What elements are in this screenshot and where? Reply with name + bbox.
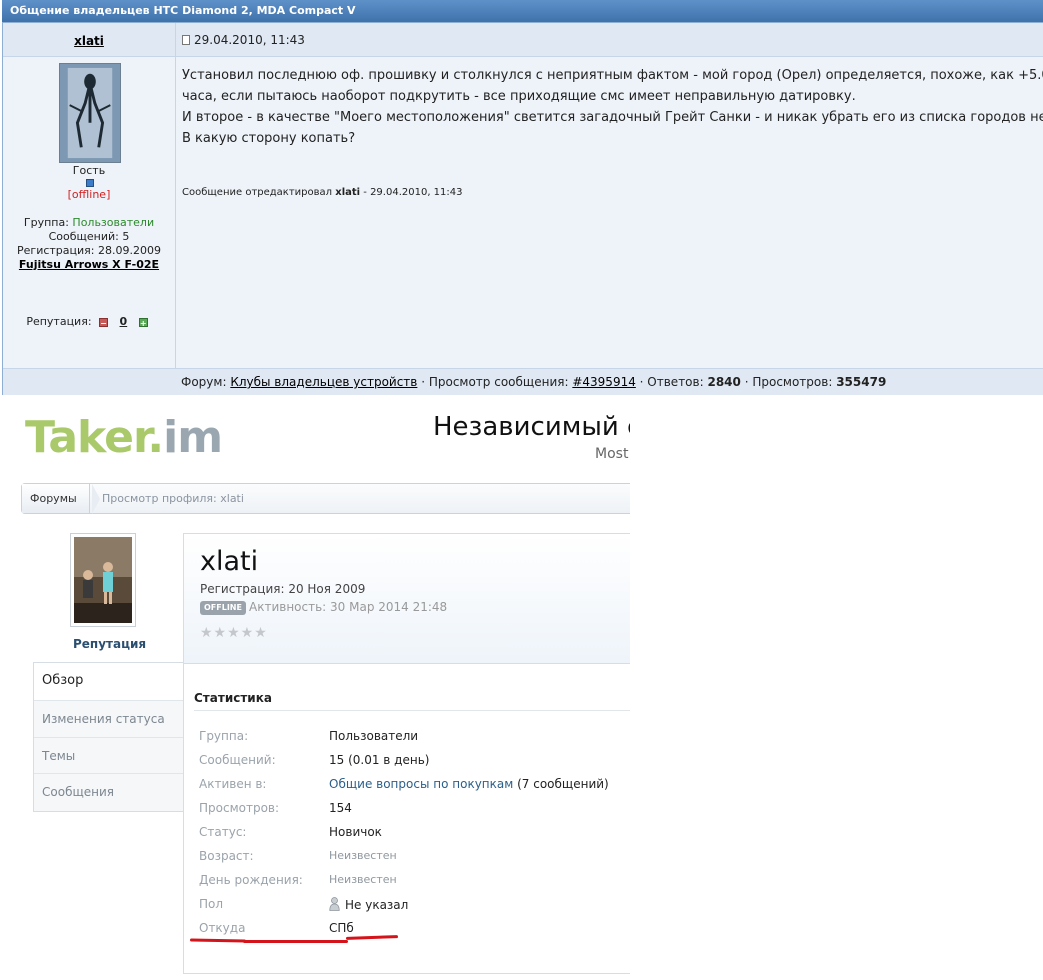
post-author-info: Гость [offline] Группа: Пользователи Соо… (3, 57, 175, 368)
profile-photo[interactable] (70, 533, 136, 627)
post-body: Установил последнюю оф. прошивку и столк… (182, 68, 1043, 146)
forum-link[interactable]: Клубы владельцев устройств (230, 375, 417, 389)
divider (194, 710, 630, 711)
status-badge: OFFLINE (200, 601, 246, 615)
tab-status-changes[interactable]: Изменения статуса (34, 701, 185, 738)
answers-count: 2840 (707, 375, 741, 389)
author-reputation: Репутация: − 0 + (26, 315, 148, 328)
forum-post-screenshot: Общение владельцев HTC Diamond 2, MDA Co… (0, 0, 1043, 395)
profile-activity: Активность: 30 Мар 2014 21:48 (249, 600, 448, 614)
tab-posts[interactable]: Сообщения (34, 774, 185, 811)
active-in-link[interactable]: Общие вопросы по покупкам (329, 777, 513, 791)
post-date: 29.04.2010, 11:43 (194, 33, 305, 47)
statistics-title: Статистика (194, 691, 272, 705)
rep-minus-icon[interactable]: − (99, 318, 109, 328)
forum-post: xlati 29.04.2010, 11:43 Гость [offline] … (2, 22, 1043, 395)
post-author-link[interactable]: xlati (74, 34, 104, 48)
rank-pip-icon (86, 179, 94, 187)
highlight-underline (243, 940, 348, 943)
author-group: Группа: Пользователи (23, 216, 155, 229)
post-content: Установил последнюю оф. прошивку и столк… (175, 57, 1043, 368)
author-registration: Регистрация: 28.09.2009 (17, 244, 161, 257)
site-subtitle: Most (595, 446, 629, 462)
document-icon (182, 35, 190, 45)
rep-plus-icon[interactable]: + (138, 318, 148, 328)
author-status: [offline] (67, 188, 111, 201)
person-icon (329, 897, 340, 911)
statistics-panel: Статистика Группа: Пользователи Сообщени… (183, 664, 630, 974)
post-date-cell: 29.04.2010, 11:43 (175, 23, 1043, 57)
forum-topic-title: Общение владельцев HTC Diamond 2, MDA Co… (2, 0, 1043, 22)
rating-stars-icon: ★★★★★ (200, 625, 268, 641)
reputation-label[interactable]: Репутация (73, 637, 146, 651)
views-count: 355479 (836, 375, 887, 389)
post-number-link[interactable]: #4395914 (572, 375, 636, 389)
post-author-cell: xlati (3, 23, 175, 57)
author-avatar (59, 63, 121, 163)
reputation-value[interactable]: 0 (120, 315, 128, 328)
site-logo[interactable]: Taker.im (25, 412, 223, 463)
breadcrumb-current: Просмотр профиля: xlati (102, 492, 244, 505)
breadcrumb-forums[interactable]: Форумы (22, 484, 90, 513)
profile-registration: Регистрация: 20 Ноя 2009 (200, 582, 366, 596)
site-title: Независимый с (433, 412, 630, 442)
author-rank: Гость (72, 164, 106, 177)
author-posts: Сообщений: 5 (48, 230, 130, 243)
tab-topics[interactable]: Темы (34, 738, 185, 774)
post-edited-note: Сообщение отредактировал xlati - 29.04.2… (182, 187, 463, 198)
profile-header-card: xlati Регистрация: 20 Ноя 2009 OFFLINE А… (183, 533, 630, 664)
author-device-link[interactable]: Fujitsu Arrows X F-02E (3, 258, 175, 271)
post-footer: Форум: Клубы владельцев устройств · Прос… (3, 368, 1043, 395)
tab-overview[interactable]: Обзор (34, 663, 185, 701)
profile-screenshot: Taker.im Независимый с Most Форумы Просм… (0, 400, 630, 980)
breadcrumb-separator-icon (92, 484, 100, 514)
profile-tabs: Обзор Изменения статуса Темы Сообщения (33, 662, 185, 812)
profile-name: xlati (200, 546, 259, 577)
breadcrumb: Форумы Просмотр профиля: xlati (21, 483, 630, 514)
